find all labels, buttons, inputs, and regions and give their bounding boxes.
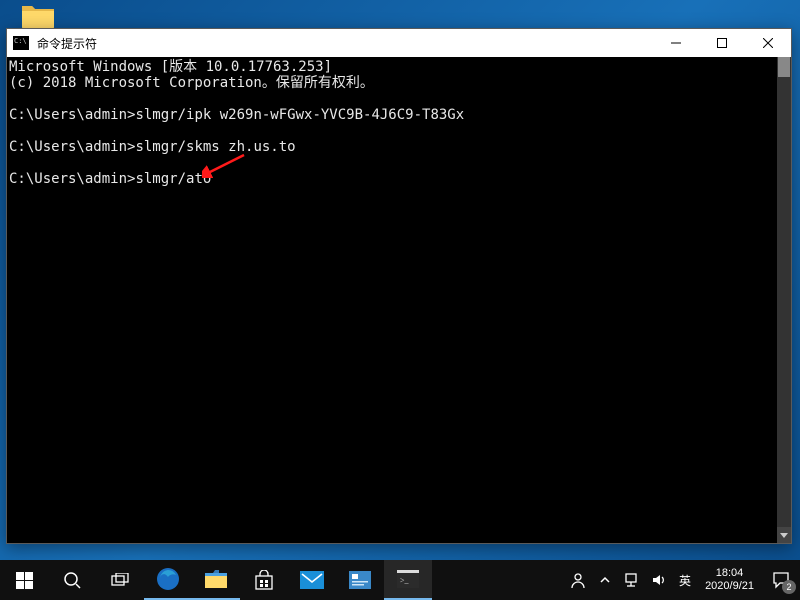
command-prompt-window: 命令提示符 Microsoft Windows [版本 10.0.17763.2… — [6, 28, 792, 544]
clock[interactable]: 18:04 2020/9/21 — [697, 560, 762, 600]
close-button[interactable] — [745, 29, 791, 57]
task-view-button[interactable] — [96, 560, 144, 600]
terminal-command: slmgr/skms zh.us.to — [135, 139, 295, 155]
terminal-content: Microsoft Windows [版本 10.0.17763.253] (c… — [7, 57, 777, 543]
store-taskbar-icon[interactable] — [240, 560, 288, 600]
cmd-icon — [13, 36, 29, 50]
file-explorer-taskbar-icon[interactable] — [192, 560, 240, 600]
volume-icon[interactable] — [645, 560, 673, 600]
system-tray: 英 18:04 2020/9/21 2 — [563, 560, 800, 600]
edge-taskbar-icon[interactable] — [144, 560, 192, 600]
taskbar: >_ 英 18:04 2020/9/21 — [0, 560, 800, 600]
terminal-prompt: C:\Users\admin> — [9, 139, 135, 155]
maximize-button[interactable] — [699, 29, 745, 57]
minimize-button[interactable] — [653, 29, 699, 57]
search-button[interactable] — [48, 560, 96, 600]
scroll-thumb[interactable] — [778, 57, 790, 77]
terminal-command: slmgr/ato — [135, 171, 211, 187]
notification-badge: 2 — [782, 580, 796, 594]
action-center-icon[interactable]: 2 — [762, 560, 800, 600]
ime-indicator[interactable]: 英 — [673, 560, 697, 600]
terminal-line: (c) 2018 Microsoft Corporation。保留所有权利。 — [9, 75, 374, 91]
terminal-body[interactable]: Microsoft Windows [版本 10.0.17763.253] (c… — [7, 57, 791, 543]
cmd-taskbar-icon[interactable]: >_ — [384, 560, 432, 600]
titlebar[interactable]: 命令提示符 — [7, 29, 791, 57]
clock-time: 18:04 — [716, 567, 744, 580]
terminal-command: slmgr/ipk w269n-wFGwx-YVC9B-4J6C9-T83Gx — [135, 107, 464, 123]
start-button[interactable] — [0, 560, 48, 600]
people-icon[interactable] — [563, 560, 593, 600]
network-icon[interactable] — [617, 560, 645, 600]
scroll-down-arrow[interactable] — [777, 527, 791, 543]
tray-chevron-up-icon[interactable] — [593, 560, 617, 600]
mail-taskbar-icon[interactable] — [288, 560, 336, 600]
terminal-prompt: C:\Users\admin> — [9, 107, 135, 123]
scrollbar[interactable] — [777, 57, 791, 543]
terminal-line: Microsoft Windows [版本 10.0.17763.253] — [9, 59, 332, 75]
terminal-prompt: C:\Users\admin> — [9, 171, 135, 187]
pinned-app-icon[interactable] — [336, 560, 384, 600]
window-title: 命令提示符 — [37, 35, 653, 52]
svg-text:>_: >_ — [400, 576, 410, 585]
clock-date: 2020/9/21 — [705, 580, 754, 593]
